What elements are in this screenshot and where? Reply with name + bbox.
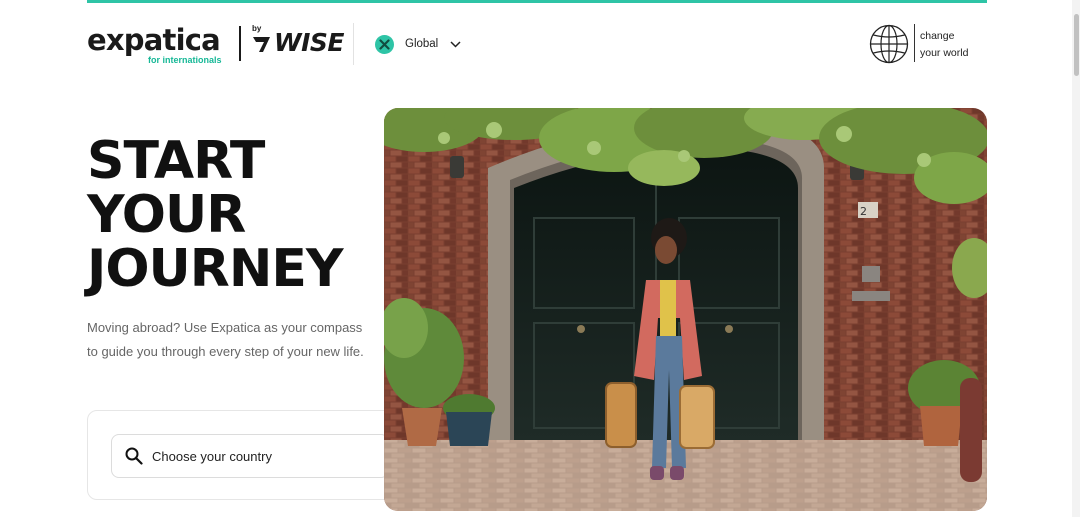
country-search-input[interactable]: Choose your country <box>111 434 389 478</box>
world-separator <box>914 24 915 62</box>
svg-text:2: 2 <box>860 205 867 218</box>
chevron-down-icon <box>450 40 461 48</box>
hero-title-line: START <box>87 131 265 191</box>
site-header: expatica for internationals by WISE Glob… <box>87 22 987 66</box>
top-accent-bar <box>87 0 987 3</box>
world-line-2: your world <box>920 47 969 59</box>
hero-description: Moving abroad? Use Expatica as your comp… <box>87 320 364 359</box>
search-placeholder: Choose your country <box>152 448 272 464</box>
hero-title-line: YOUR <box>87 185 246 245</box>
region-label: Global <box>405 38 439 50</box>
wise-partner-logo: by WISE <box>250 24 344 60</box>
wise-flag-icon <box>253 37 270 52</box>
change-your-world-text: change your world <box>920 28 968 62</box>
logo-divider <box>239 26 241 61</box>
hero-title-line: JOURNEY <box>87 239 344 299</box>
region-selector[interactable]: Global <box>375 32 461 56</box>
country-search-card: Choose your country <box>87 410 411 500</box>
world-line-1: change <box>920 30 955 42</box>
scrollbar-thumb[interactable] <box>1074 14 1079 76</box>
hero-photo: 2 <box>384 108 987 511</box>
page-scrollbar[interactable] <box>1072 0 1080 517</box>
by-label: by <box>252 24 262 33</box>
header-separator <box>353 23 354 65</box>
hero-title: START YOUR JOURNEY <box>87 134 387 296</box>
region-badge-icon <box>375 34 394 54</box>
change-your-world-link[interactable]: change your world <box>869 22 987 66</box>
wise-wordmark: WISE <box>274 28 344 57</box>
expatica-logo[interactable]: expatica for internationals <box>87 23 222 65</box>
search-icon <box>125 447 143 465</box>
logo-wordmark: expatica <box>87 23 221 57</box>
logo-tagline: for internationals <box>148 55 222 65</box>
globe-icon <box>869 24 909 64</box>
